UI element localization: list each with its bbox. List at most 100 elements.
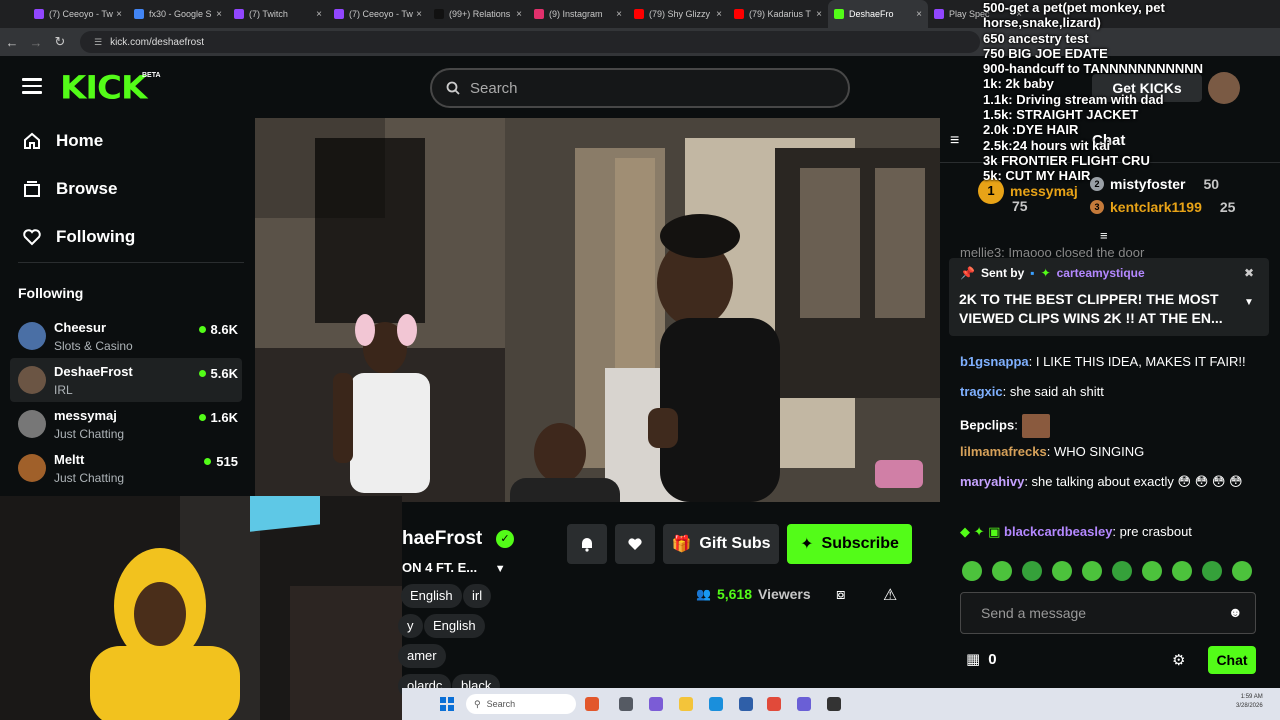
overlay-line: 3k FRONTIER FLIGHT CRU	[983, 152, 1150, 168]
emote-icon[interactable]	[1082, 561, 1102, 581]
chat-username[interactable]: blackcardbeasley	[1004, 524, 1112, 539]
stream-tag[interactable]: English	[424, 614, 485, 638]
emoji-picker-icon[interactable]: ☻	[1228, 604, 1243, 620]
close-tab-icon[interactable]: ×	[816, 9, 822, 20]
stream-title[interactable]: ON 4 FT. E... ▼	[402, 560, 506, 575]
chat-send-button[interactable]: Chat	[1208, 646, 1256, 674]
taskbar-app-icon[interactable]	[649, 697, 663, 711]
star-icon: ✦	[800, 536, 814, 553]
chat-username[interactable]: lilmamafrecks	[960, 444, 1047, 459]
browser-tab[interactable]: fx30 - Google S ×	[128, 0, 228, 28]
follow-button[interactable]	[615, 524, 655, 564]
close-tab-icon[interactable]: ×	[316, 9, 322, 20]
browser-tab[interactable]: (79) Kadarius T ×	[728, 0, 828, 28]
stream-tag[interactable]: English	[401, 584, 462, 608]
leaderboard-entry[interactable]: 3 kentclark1199 25	[1090, 199, 1235, 215]
following-channel[interactable]: messymaj Just Chatting 1.6K	[10, 402, 242, 446]
taskbar-search[interactable]: ⚲ Search	[466, 694, 576, 714]
subscribe-button[interactable]: ✦ Subscribe	[787, 524, 912, 564]
unpin-icon[interactable]: ✖	[1244, 266, 1254, 280]
browser-tab[interactable]: DeshaeFro ×	[828, 0, 928, 28]
video-player[interactable]	[255, 118, 940, 502]
chat-username[interactable]: Bepclips	[960, 417, 1014, 432]
close-tab-icon[interactable]: ×	[116, 9, 122, 20]
chevron-down-icon[interactable]: ▼	[1244, 297, 1254, 308]
chat-username[interactable]: tragxic	[960, 384, 1003, 399]
emote-icon[interactable]	[992, 561, 1012, 581]
chat-text: : she said ah shitt	[1002, 384, 1104, 399]
close-tab-icon[interactable]: ×	[516, 9, 522, 20]
settings-gear-icon[interactable]: ⚙	[1172, 651, 1185, 669]
emote-icon[interactable]	[1112, 561, 1132, 581]
following-heading: Following	[18, 285, 84, 301]
emote-icon[interactable]	[962, 561, 982, 581]
hamburger-menu-icon[interactable]	[22, 78, 42, 94]
chat-message: tragxic: she said ah shitt	[960, 384, 1265, 399]
browser-tab[interactable]: (7) Twitch ×	[228, 0, 328, 28]
share-icon[interactable]: ⧇	[836, 586, 846, 603]
stream-tag[interactable]: amer	[398, 644, 446, 668]
report-icon[interactable]: ⚠	[883, 585, 897, 605]
back-icon[interactable]: ←	[0, 35, 24, 50]
browser-tab[interactable]: (99+) Relations ×	[428, 0, 528, 28]
emote-icon[interactable]	[1022, 561, 1042, 581]
notification-bell-button[interactable]	[567, 524, 607, 564]
emote-icon[interactable]	[1052, 561, 1072, 581]
close-tab-icon[interactable]: ×	[216, 9, 222, 20]
kick-logo[interactable]: KICK	[60, 69, 147, 107]
nav-following-label: Following	[56, 227, 136, 246]
close-tab-icon[interactable]: ×	[716, 9, 722, 20]
chevron-down-icon[interactable]: ▼	[495, 563, 506, 575]
streamer-name[interactable]: haeFrost	[402, 528, 482, 550]
chat-username[interactable]: b1gsnappa	[960, 354, 1029, 369]
close-tab-icon[interactable]: ×	[616, 9, 622, 20]
tab-label: DeshaeFro	[849, 9, 894, 19]
search-input[interactable]: Search	[430, 68, 850, 108]
taskbar-app-icon[interactable]	[709, 697, 723, 711]
following-channel[interactable]: Cheesur Slots & Casino 8.6K	[10, 314, 242, 358]
chat-username[interactable]: maryahivy	[960, 474, 1024, 489]
taskbar-app-icon[interactable]	[797, 697, 811, 711]
site-info-icon[interactable]: ☰	[94, 37, 102, 48]
nav-browse[interactable]: Browse	[22, 179, 117, 199]
verified-icon: ✓	[496, 530, 514, 548]
following-channel[interactable]: DeshaeFrost IRL 5.6K	[10, 358, 242, 402]
pinned-author[interactable]: carteamystique	[1057, 266, 1145, 280]
close-tab-icon[interactable]: ×	[416, 9, 422, 20]
nav-following[interactable]: Following	[22, 227, 135, 247]
url-field[interactable]: ☰ kick.com/deshaefrost	[80, 31, 980, 53]
taskbar-app-icon[interactable]	[739, 697, 753, 711]
emote-icon[interactable]	[1232, 561, 1252, 581]
taskbar-app-icon[interactable]	[585, 697, 599, 711]
search-placeholder: Search	[470, 79, 518, 97]
bell-icon	[582, 538, 592, 552]
taskbar-app-icon[interactable]	[679, 697, 693, 711]
collapse-chat-icon[interactable]: ≡	[950, 132, 959, 150]
tab-favicon-icon	[434, 9, 444, 19]
browser-tab[interactable]: (7) Ceeoyo - Tw ×	[28, 0, 128, 28]
stream-tag[interactable]: irl	[463, 584, 492, 608]
emote-icon[interactable]	[1202, 561, 1222, 581]
expand-leaderboard-icon[interactable]: ≡	[1100, 228, 1108, 243]
leaderboard-value: 25	[1219, 199, 1236, 215]
kicks-balance[interactable]: ▦ 0	[966, 650, 997, 669]
close-tab-icon[interactable]: ×	[916, 9, 922, 20]
gift-subs-button[interactable]: 🎁 Gift Subs	[663, 524, 779, 564]
forward-icon[interactable]: →	[24, 35, 48, 50]
clock-time: 1:59 AM	[1240, 694, 1263, 700]
leaderboard-name: messymaj	[1010, 183, 1078, 199]
stream-tag[interactable]: y	[398, 614, 423, 638]
browser-tab[interactable]: (9) Instagram ×	[528, 0, 628, 28]
emote-icon[interactable]	[1172, 561, 1192, 581]
following-channel[interactable]: Meltt Just Chatting 515	[10, 446, 242, 490]
reload-icon[interactable]: ↻	[48, 34, 72, 50]
windows-start-icon[interactable]	[440, 697, 454, 711]
browser-tab[interactable]: (79) Shy Glizzy ×	[628, 0, 728, 28]
taskbar-app-icon[interactable]	[767, 697, 781, 711]
browser-tab[interactable]: (7) Ceeoyo - Tw ×	[328, 0, 428, 28]
emote-icon[interactable]	[1142, 561, 1162, 581]
nav-home[interactable]: Home	[22, 131, 103, 151]
taskbar-app-icon[interactable]	[619, 697, 633, 711]
taskbar-app-icon[interactable]	[827, 697, 841, 711]
chat-input[interactable]: Send a message	[960, 592, 1256, 634]
